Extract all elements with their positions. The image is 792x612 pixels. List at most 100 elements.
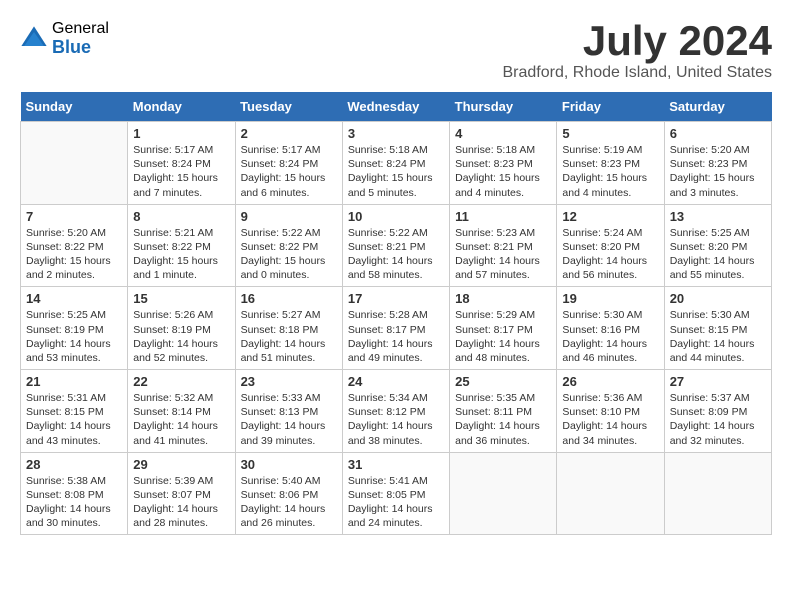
day-info: Sunrise: 5:25 AM Sunset: 8:19 PM Dayligh… xyxy=(26,308,122,365)
day-info: Sunrise: 5:32 AM Sunset: 8:14 PM Dayligh… xyxy=(133,391,229,448)
day-info: Sunrise: 5:20 AM Sunset: 8:22 PM Dayligh… xyxy=(26,226,122,283)
calendar-cell: 28 Sunrise: 5:38 AM Sunset: 8:08 PM Dayli… xyxy=(21,452,128,535)
calendar-cell: 18 Sunrise: 5:29 AM Sunset: 8:17 PM Dayli… xyxy=(450,287,557,370)
page-header: General Blue July 2024 Bradford, Rhode I… xyxy=(20,20,772,82)
day-info: Sunrise: 5:26 AM Sunset: 8:19 PM Dayligh… xyxy=(133,308,229,365)
weekday-header: Friday xyxy=(557,92,664,122)
weekday-header: Sunday xyxy=(21,92,128,122)
calendar-cell: 14 Sunrise: 5:25 AM Sunset: 8:19 PM Dayli… xyxy=(21,287,128,370)
calendar-cell: 1 Sunrise: 5:17 AM Sunset: 8:24 PM Daylig… xyxy=(128,122,235,205)
day-number: 23 xyxy=(241,374,337,389)
logo: General Blue xyxy=(20,20,109,57)
calendar-cell: 27 Sunrise: 5:37 AM Sunset: 8:09 PM Dayli… xyxy=(664,370,771,453)
weekday-header: Wednesday xyxy=(342,92,449,122)
day-number: 26 xyxy=(562,374,658,389)
logo-icon xyxy=(20,25,48,53)
day-number: 17 xyxy=(348,291,444,306)
day-info: Sunrise: 5:28 AM Sunset: 8:17 PM Dayligh… xyxy=(348,308,444,365)
calendar-cell: 17 Sunrise: 5:28 AM Sunset: 8:17 PM Dayli… xyxy=(342,287,449,370)
day-number: 28 xyxy=(26,457,122,472)
calendar-cell: 22 Sunrise: 5:32 AM Sunset: 8:14 PM Dayli… xyxy=(128,370,235,453)
title-block: July 2024 Bradford, Rhode Island, United… xyxy=(503,20,773,82)
calendar-cell: 2 Sunrise: 5:17 AM Sunset: 8:24 PM Daylig… xyxy=(235,122,342,205)
calendar-cell: 11 Sunrise: 5:23 AM Sunset: 8:21 PM Dayli… xyxy=(450,204,557,287)
day-number: 15 xyxy=(133,291,229,306)
calendar-cell: 16 Sunrise: 5:27 AM Sunset: 8:18 PM Dayli… xyxy=(235,287,342,370)
day-number: 20 xyxy=(670,291,766,306)
day-info: Sunrise: 5:23 AM Sunset: 8:21 PM Dayligh… xyxy=(455,226,551,283)
day-info: Sunrise: 5:37 AM Sunset: 8:09 PM Dayligh… xyxy=(670,391,766,448)
weekday-header: Saturday xyxy=(664,92,771,122)
day-info: Sunrise: 5:39 AM Sunset: 8:07 PM Dayligh… xyxy=(133,474,229,531)
location: Bradford, Rhode Island, United States xyxy=(503,64,773,82)
day-number: 27 xyxy=(670,374,766,389)
calendar-cell: 9 Sunrise: 5:22 AM Sunset: 8:22 PM Daylig… xyxy=(235,204,342,287)
day-number: 22 xyxy=(133,374,229,389)
day-info: Sunrise: 5:31 AM Sunset: 8:15 PM Dayligh… xyxy=(26,391,122,448)
calendar-table: SundayMondayTuesdayWednesdayThursdayFrid… xyxy=(20,92,772,535)
calendar-week-row: 1 Sunrise: 5:17 AM Sunset: 8:24 PM Daylig… xyxy=(21,122,772,205)
calendar-cell: 23 Sunrise: 5:33 AM Sunset: 8:13 PM Dayli… xyxy=(235,370,342,453)
calendar-cell: 12Sunrise: 5:24 AM Sunset: 8:20 PM Dayli… xyxy=(557,204,664,287)
calendar-cell: 3 Sunrise: 5:18 AM Sunset: 8:24 PM Daylig… xyxy=(342,122,449,205)
day-info: Sunrise: 5:27 AM Sunset: 8:18 PM Dayligh… xyxy=(241,308,337,365)
day-info: Sunrise: 5:41 AM Sunset: 8:05 PM Dayligh… xyxy=(348,474,444,531)
day-number: 2 xyxy=(241,126,337,141)
day-number: 9 xyxy=(241,209,337,224)
calendar-cell xyxy=(664,452,771,535)
calendar-cell: 30 Sunrise: 5:40 AM Sunset: 8:06 PM Dayli… xyxy=(235,452,342,535)
day-number: 18 xyxy=(455,291,551,306)
day-info: Sunrise: 5:18 AM Sunset: 8:23 PM Dayligh… xyxy=(455,143,551,200)
calendar-week-row: 7 Sunrise: 5:20 AM Sunset: 8:22 PM Daylig… xyxy=(21,204,772,287)
day-info: Sunrise: 5:40 AM Sunset: 8:06 PM Dayligh… xyxy=(241,474,337,531)
day-number: 16 xyxy=(241,291,337,306)
day-number: 31 xyxy=(348,457,444,472)
calendar-cell: 31 Sunrise: 5:41 AM Sunset: 8:05 PM Dayli… xyxy=(342,452,449,535)
day-number: 11 xyxy=(455,209,551,224)
day-number: 13 xyxy=(670,209,766,224)
day-number: 1 xyxy=(133,126,229,141)
logo-blue: Blue xyxy=(52,38,109,58)
weekday-header: Tuesday xyxy=(235,92,342,122)
calendar-week-row: 28 Sunrise: 5:38 AM Sunset: 8:08 PM Dayli… xyxy=(21,452,772,535)
calendar-cell xyxy=(557,452,664,535)
calendar-cell: 25 Sunrise: 5:35 AM Sunset: 8:11 PM Dayli… xyxy=(450,370,557,453)
calendar-cell xyxy=(450,452,557,535)
month-title: July 2024 xyxy=(503,20,773,62)
day-info: Sunrise: 5:17 AM Sunset: 8:24 PM Dayligh… xyxy=(241,143,337,200)
calendar-cell: 13Sunrise: 5:25 AM Sunset: 8:20 PM Dayli… xyxy=(664,204,771,287)
day-info: Sunrise: 5:20 AM Sunset: 8:23 PM Dayligh… xyxy=(670,143,766,200)
day-info: Sunrise: 5:34 AM Sunset: 8:12 PM Dayligh… xyxy=(348,391,444,448)
day-info: Sunrise: 5:38 AM Sunset: 8:08 PM Dayligh… xyxy=(26,474,122,531)
day-number: 7 xyxy=(26,209,122,224)
day-number: 25 xyxy=(455,374,551,389)
calendar-cell: 15 Sunrise: 5:26 AM Sunset: 8:19 PM Dayli… xyxy=(128,287,235,370)
calendar-cell: 7 Sunrise: 5:20 AM Sunset: 8:22 PM Daylig… xyxy=(21,204,128,287)
calendar-cell: 6Sunrise: 5:20 AM Sunset: 8:23 PM Daylig… xyxy=(664,122,771,205)
day-info: Sunrise: 5:30 AM Sunset: 8:15 PM Dayligh… xyxy=(670,308,766,365)
day-number: 29 xyxy=(133,457,229,472)
day-info: Sunrise: 5:17 AM Sunset: 8:24 PM Dayligh… xyxy=(133,143,229,200)
day-info: Sunrise: 5:22 AM Sunset: 8:22 PM Dayligh… xyxy=(241,226,337,283)
calendar-cell xyxy=(21,122,128,205)
day-info: Sunrise: 5:21 AM Sunset: 8:22 PM Dayligh… xyxy=(133,226,229,283)
day-info: Sunrise: 5:35 AM Sunset: 8:11 PM Dayligh… xyxy=(455,391,551,448)
day-info: Sunrise: 5:33 AM Sunset: 8:13 PM Dayligh… xyxy=(241,391,337,448)
day-number: 4 xyxy=(455,126,551,141)
calendar-cell: 26Sunrise: 5:36 AM Sunset: 8:10 PM Dayli… xyxy=(557,370,664,453)
day-number: 3 xyxy=(348,126,444,141)
calendar-cell: 19Sunrise: 5:30 AM Sunset: 8:16 PM Dayli… xyxy=(557,287,664,370)
logo-text: General Blue xyxy=(52,20,109,57)
calendar-cell: 5Sunrise: 5:19 AM Sunset: 8:23 PM Daylig… xyxy=(557,122,664,205)
day-number: 14 xyxy=(26,291,122,306)
day-info: Sunrise: 5:18 AM Sunset: 8:24 PM Dayligh… xyxy=(348,143,444,200)
calendar-cell: 8Sunrise: 5:21 AM Sunset: 8:22 PM Daylig… xyxy=(128,204,235,287)
calendar-week-row: 21Sunrise: 5:31 AM Sunset: 8:15 PM Dayli… xyxy=(21,370,772,453)
weekday-header: Thursday xyxy=(450,92,557,122)
day-info: Sunrise: 5:19 AM Sunset: 8:23 PM Dayligh… xyxy=(562,143,658,200)
calendar-week-row: 14 Sunrise: 5:25 AM Sunset: 8:19 PM Dayli… xyxy=(21,287,772,370)
day-number: 10 xyxy=(348,209,444,224)
day-info: Sunrise: 5:30 AM Sunset: 8:16 PM Dayligh… xyxy=(562,308,658,365)
day-number: 30 xyxy=(241,457,337,472)
day-info: Sunrise: 5:29 AM Sunset: 8:17 PM Dayligh… xyxy=(455,308,551,365)
